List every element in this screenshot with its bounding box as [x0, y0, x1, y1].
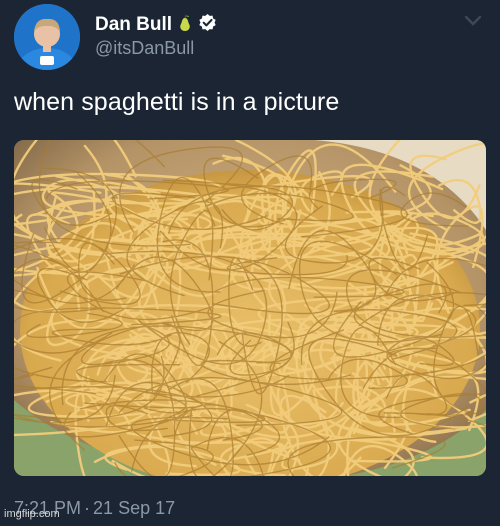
- author-display-name[interactable]: Dan Bull: [95, 14, 172, 36]
- tweet-text: when spaghetti is in a picture: [14, 88, 340, 116]
- spaghetti-photo: [14, 140, 486, 476]
- chevron-down-icon[interactable]: [464, 14, 482, 28]
- pear-icon: [178, 14, 192, 37]
- author-name-row[interactable]: Dan Bull: [95, 12, 217, 38]
- author-handle[interactable]: @itsDanBull: [95, 38, 194, 59]
- tweet-image[interactable]: [14, 140, 486, 476]
- avatar[interactable]: [14, 4, 80, 70]
- verified-badge-icon: [198, 13, 217, 37]
- tweet-date: 21 Sep 17: [93, 498, 176, 518]
- timestamp-separator: ·: [84, 498, 91, 518]
- tweet-card: Dan Bull @itsDanBull when spaghetti is i…: [0, 0, 500, 526]
- avatar-photo: [14, 4, 80, 70]
- imgflip-watermark: imgflip.com: [4, 508, 60, 520]
